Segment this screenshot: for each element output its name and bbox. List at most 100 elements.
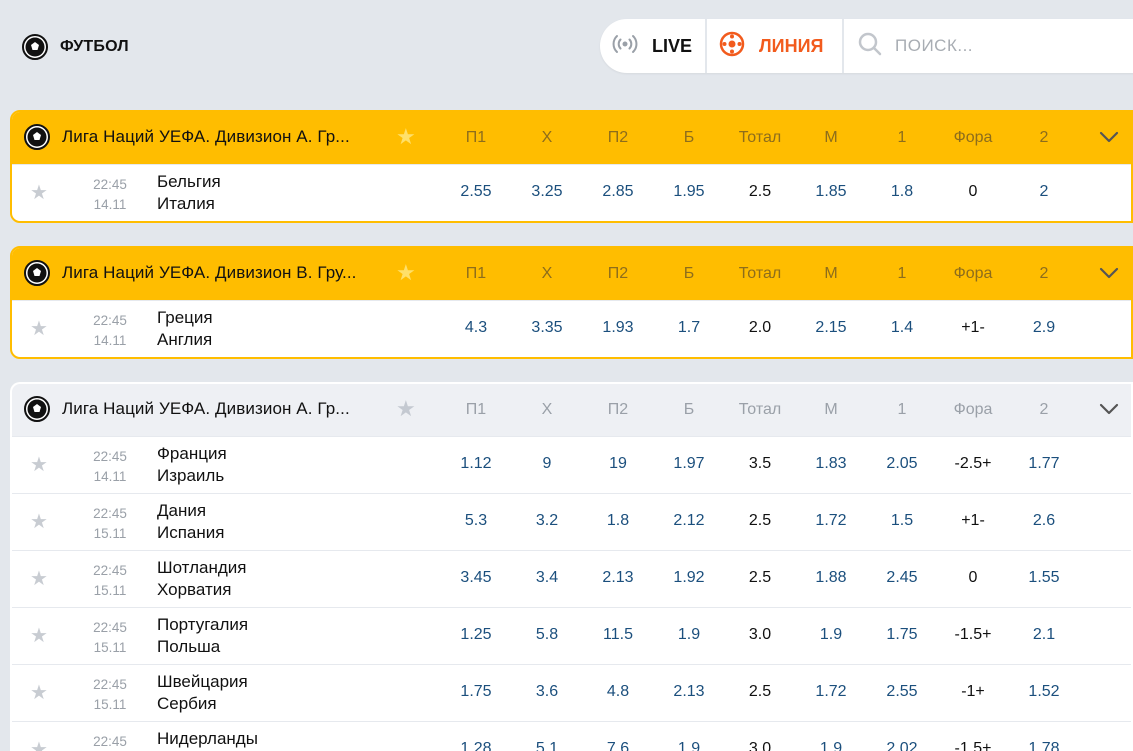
odds-handicap-1[interactable]: 1.4 <box>872 319 932 337</box>
odds-handicap-1[interactable]: 2.02 <box>872 740 932 751</box>
league-header[interactable]: Лига Наций УЕФА. Дивизион В. Гру... ★ П1 Х П… <box>12 248 1131 300</box>
search-input[interactable] <box>895 36 1095 56</box>
odds-p1[interactable]: 1.12 <box>446 455 506 473</box>
match-teams[interactable]: Дания Испания <box>157 500 224 544</box>
odds-p2[interactable]: 4.8 <box>588 683 648 701</box>
odds-under[interactable]: 1.72 <box>801 512 861 530</box>
odds-under[interactable]: 1.9 <box>801 626 861 644</box>
odds-handicap-1[interactable]: 2.45 <box>872 569 932 587</box>
odds-draw[interactable]: 3.2 <box>517 512 577 530</box>
column-header-under: М <box>824 401 838 418</box>
odds-handicap-2[interactable]: 2.9 <box>1014 319 1074 337</box>
chevron-down-icon[interactable] <box>1098 262 1120 284</box>
odds-handicap-1[interactable]: 2.05 <box>872 455 932 473</box>
odds-p1[interactable]: 5.3 <box>446 512 506 530</box>
favorite-star-icon[interactable]: ★ <box>30 683 48 703</box>
favorite-star-icon[interactable]: ★ <box>30 740 48 751</box>
odds-draw[interactable]: 3.4 <box>517 569 577 587</box>
odds-under[interactable]: 2.15 <box>801 319 861 337</box>
odds-over[interactable]: 1.95 <box>659 183 719 201</box>
odds-total: 3.0 <box>748 740 772 751</box>
odds-handicap-1[interactable]: 2.55 <box>872 683 932 701</box>
favorite-star-icon[interactable]: ★ <box>396 260 416 286</box>
odds-p1[interactable]: 1.28 <box>446 740 506 751</box>
match-teams[interactable]: Греция Англия <box>157 307 213 351</box>
favorite-star-icon[interactable]: ★ <box>396 396 416 422</box>
odds-over[interactable]: 1.97 <box>659 455 719 473</box>
odds-handicap-2[interactable]: 1.52 <box>1014 683 1074 701</box>
odds-handicap-2[interactable]: 2.6 <box>1014 512 1074 530</box>
odds-over[interactable]: 1.9 <box>659 740 719 751</box>
match-teams[interactable]: Нидерланды <box>157 728 258 750</box>
soccer-ball-icon <box>24 396 50 422</box>
match-row[interactable]: ★ 22:45 14.11 Греция Англия 4.3 3.35 1.93 1.7 2.0… <box>12 300 1131 357</box>
odds-under[interactable]: 1.72 <box>801 683 861 701</box>
odds-handicap-2[interactable]: 2 <box>1014 183 1074 201</box>
odds-over[interactable]: 1.9 <box>659 626 719 644</box>
odds-p2[interactable]: 2.13 <box>588 569 648 587</box>
favorite-star-icon[interactable]: ★ <box>30 319 48 339</box>
favorite-star-icon[interactable]: ★ <box>396 124 416 150</box>
line-tab[interactable]: ЛИНИЯ <box>707 19 844 73</box>
favorite-star-icon[interactable]: ★ <box>30 183 48 203</box>
odds-p2[interactable]: 1.93 <box>588 319 648 337</box>
odds-over[interactable]: 1.92 <box>659 569 719 587</box>
odds-p2[interactable]: 11.5 <box>588 626 648 644</box>
match-row[interactable]: ★ 22:45 15.11 Португалия Польша 1.25 5.8 11.5 1.… <box>12 607 1131 664</box>
odds-handicap-1[interactable]: 1.5 <box>872 512 932 530</box>
match-time: 22:45 <box>93 563 127 578</box>
match-teams[interactable]: Португалия Польша <box>157 614 248 658</box>
odds-under[interactable]: 1.85 <box>801 183 861 201</box>
odds-draw[interactable]: 3.6 <box>517 683 577 701</box>
chevron-down-icon[interactable] <box>1098 126 1120 148</box>
match-teams[interactable]: Бельгия Италия <box>157 171 221 215</box>
odds-over[interactable]: 1.7 <box>659 319 719 337</box>
odds-handicap-2[interactable]: 1.55 <box>1014 569 1074 587</box>
odds-p2[interactable]: 1.8 <box>588 512 648 530</box>
odds-p1[interactable]: 3.45 <box>446 569 506 587</box>
odds-over[interactable]: 2.13 <box>659 683 719 701</box>
chevron-down-icon[interactable] <box>1098 398 1120 420</box>
match-row[interactable]: ★ 22:45 Нидерланды 1.28 5.1 7.6 1.9 3.0 1.9 2.02 -… <box>12 721 1131 751</box>
odds-draw[interactable]: 9 <box>517 455 577 473</box>
league-header[interactable]: Лига Наций УЕФА. Дивизион А. Гр... ★ П1 Х П2… <box>12 384 1131 436</box>
odds-handicap-2[interactable]: 1.77 <box>1014 455 1074 473</box>
odds-handicap-2[interactable]: 2.1 <box>1014 626 1074 644</box>
odds-p2[interactable]: 2.85 <box>588 183 648 201</box>
favorite-star-icon[interactable]: ★ <box>30 569 48 589</box>
match-row[interactable]: ★ 22:45 15.11 Шотландия Хорватия 3.45 3.4 2.13 1… <box>12 550 1131 607</box>
match-row[interactable]: ★ 22:45 15.11 Швейцария Сербия 1.75 3.6 4.8 2.13… <box>12 664 1131 721</box>
odds-handicap-1[interactable]: 1.75 <box>872 626 932 644</box>
odds-p2[interactable]: 7.6 <box>588 740 648 751</box>
live-tab[interactable]: LIVE <box>600 19 707 73</box>
odds-p1[interactable]: 1.75 <box>446 683 506 701</box>
odds-p1[interactable]: 2.55 <box>446 183 506 201</box>
odds-handicap: +1- <box>961 319 985 336</box>
soccer-ball-icon <box>24 124 50 150</box>
odds-draw[interactable]: 3.25 <box>517 183 577 201</box>
odds-handicap-2[interactable]: 1.78 <box>1014 740 1074 751</box>
odds-under[interactable]: 1.88 <box>801 569 861 587</box>
column-header-over: Б <box>683 265 695 282</box>
favorite-star-icon[interactable]: ★ <box>30 512 48 532</box>
odds-p1[interactable]: 4.3 <box>446 319 506 337</box>
match-teams[interactable]: Франция Израиль <box>157 443 227 487</box>
odds-under[interactable]: 1.83 <box>801 455 861 473</box>
match-row[interactable]: ★ 22:45 14.11 Франция Израиль 1.12 9 19 1.97 3.5 1… <box>12 436 1131 493</box>
odds-draw[interactable]: 3.35 <box>517 319 577 337</box>
odds-draw[interactable]: 5.8 <box>517 626 577 644</box>
league-header[interactable]: Лига Наций УЕФА. Дивизион А. Гр... ★ П1 Х П2… <box>12 112 1131 164</box>
match-row[interactable]: ★ 22:45 14.11 Бельгия Италия 2.55 3.25 2.85 1.95… <box>12 164 1131 221</box>
odds-handicap-1[interactable]: 1.8 <box>872 183 932 201</box>
search-box[interactable] <box>844 19 1133 73</box>
odds-p2[interactable]: 19 <box>588 455 648 473</box>
favorite-star-icon[interactable]: ★ <box>30 626 48 646</box>
match-row[interactable]: ★ 22:45 15.11 Дания Испания 5.3 3.2 1.8 2.12 2.5 1… <box>12 493 1131 550</box>
odds-p1[interactable]: 1.25 <box>446 626 506 644</box>
match-teams[interactable]: Швейцария Сербия <box>157 671 248 715</box>
odds-draw[interactable]: 5.1 <box>517 740 577 751</box>
favorite-star-icon[interactable]: ★ <box>30 455 48 475</box>
match-teams[interactable]: Шотландия Хорватия <box>157 557 246 601</box>
odds-under[interactable]: 1.9 <box>801 740 861 751</box>
odds-over[interactable]: 2.12 <box>659 512 719 530</box>
